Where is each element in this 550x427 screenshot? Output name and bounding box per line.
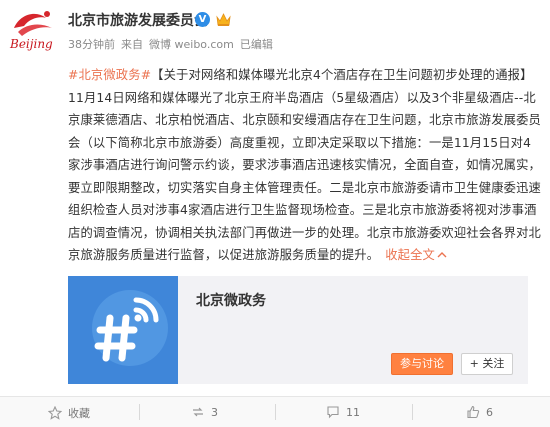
divider bbox=[139, 404, 140, 420]
star-icon bbox=[48, 406, 62, 420]
edited-label: 已编辑 bbox=[239, 38, 273, 51]
repost-button[interactable]: 3 bbox=[191, 405, 218, 419]
repost-icon bbox=[193, 407, 203, 417]
beijing-logo-icon: Beijing bbox=[9, 11, 53, 51]
divider bbox=[412, 404, 413, 420]
hashtag-wifi-icon bbox=[68, 276, 178, 384]
follow-button[interactable]: + 关注 bbox=[461, 353, 513, 375]
post-time[interactable]: 38分钟前 bbox=[68, 38, 115, 51]
comment-icon bbox=[327, 406, 339, 419]
card-thumbnail bbox=[68, 276, 178, 384]
account-avatar[interactable]: Beijing bbox=[6, 6, 64, 52]
post-text: #北京微政务#【关于对网络和媒体曝光北京4个酒店存在卫生问题初步处理的通报】11… bbox=[68, 64, 543, 267]
fold-text-link[interactable]: 收起全文 bbox=[385, 248, 447, 262]
logo-text: Beijing bbox=[9, 37, 53, 51]
weibo-post: Beijing 北京市旅游发展委员会 V 38分钟前 来自 微博 weibo.com… bbox=[0, 0, 550, 427]
comment-button[interactable]: 11 bbox=[326, 405, 360, 419]
card-title[interactable]: 北京微政务 bbox=[196, 290, 266, 310]
source-prefix: 来自 bbox=[121, 38, 143, 51]
favorite-label: 收藏 bbox=[68, 407, 90, 420]
post-body: 【关于对网络和媒体曝光北京4个酒店存在卫生问题初步处理的通报】11月14日网络和… bbox=[68, 68, 541, 262]
join-discussion-button[interactable]: 参与讨论 bbox=[391, 353, 453, 375]
favorite-button[interactable]: 收藏 bbox=[48, 405, 90, 421]
post-source[interactable]: 微博 weibo.com bbox=[149, 38, 234, 51]
topic-tag[interactable]: #北京微政务# bbox=[68, 68, 151, 82]
repost-count: 3 bbox=[211, 405, 218, 419]
like-count: 6 bbox=[486, 405, 493, 419]
account-name[interactable]: 北京市旅游发展委员会 bbox=[68, 10, 208, 30]
topic-card[interactable]: 北京微政务 参与讨论 + 关注 bbox=[68, 276, 528, 384]
vip-crown-icon bbox=[215, 11, 232, 28]
post-meta: 38分钟前 来自 微博 weibo.com 已编辑 bbox=[68, 36, 279, 52]
comment-count: 11 bbox=[346, 405, 360, 419]
action-bar: 收藏 3 11 6 bbox=[0, 396, 550, 427]
divider bbox=[275, 404, 276, 420]
verified-badge-icon: V bbox=[195, 12, 210, 27]
like-button[interactable]: 6 bbox=[466, 405, 493, 419]
thumbs-up-icon bbox=[467, 405, 480, 419]
chevron-up-icon bbox=[437, 252, 447, 258]
